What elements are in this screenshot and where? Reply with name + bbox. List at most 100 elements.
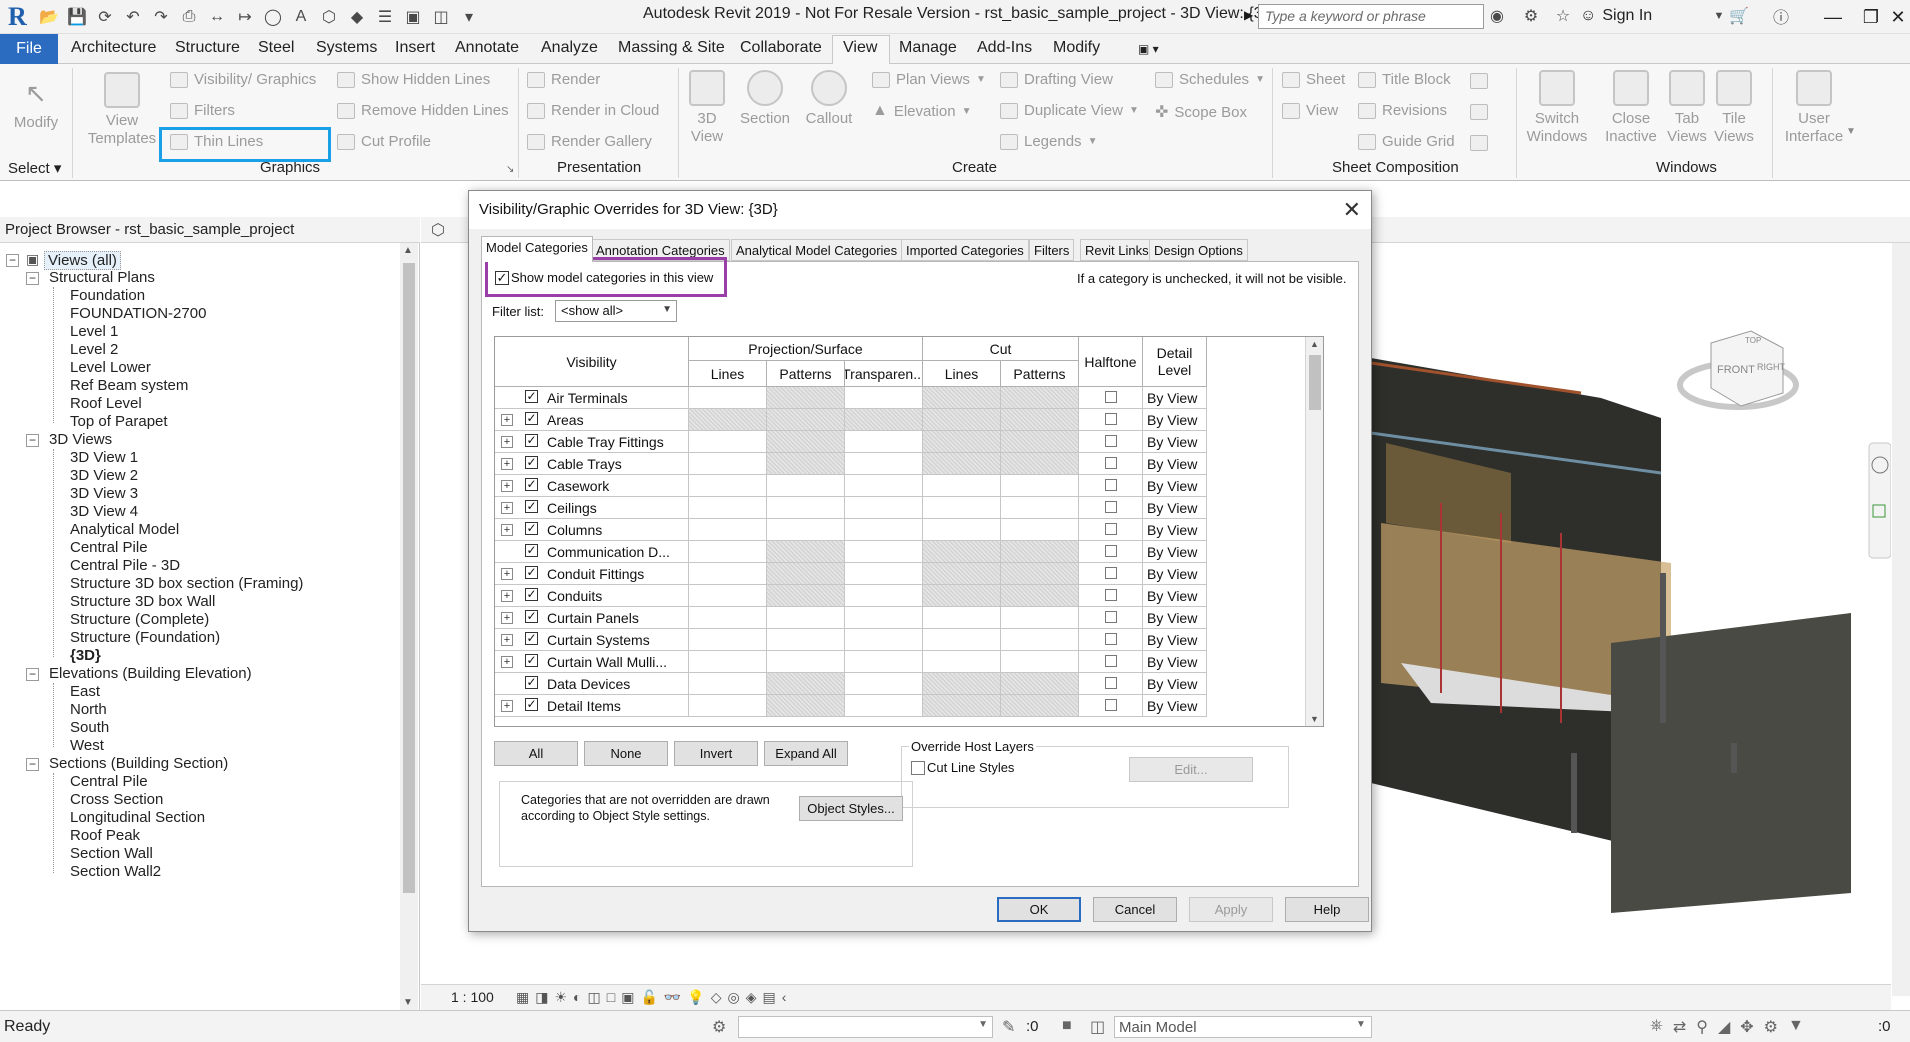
- override-cell[interactable]: [845, 673, 923, 695]
- tree-root-views[interactable]: Views (all): [44, 251, 121, 270]
- render-dialog-icon[interactable]: ◫: [588, 989, 601, 1006]
- tree-item[interactable]: FOUNDATION-2700: [70, 305, 206, 322]
- override-cell[interactable]: [689, 541, 767, 563]
- tab-annotate[interactable]: Annotate: [455, 39, 519, 57]
- expand-icon[interactable]: +: [501, 414, 513, 426]
- grid-scrollbar[interactable]: ▲ ▼: [1305, 337, 1323, 726]
- project-browser-scroll-thumb[interactable]: [403, 263, 415, 893]
- render-cloud-button[interactable]: Render in Cloud: [527, 102, 659, 119]
- tree-item[interactable]: Structure (Complete): [70, 611, 209, 628]
- detail-level-value[interactable]: By View: [1147, 522, 1197, 538]
- favorites-star-icon[interactable]: ☆: [1552, 6, 1574, 26]
- grid-row[interactable]: + ✓ Cable Tray Fittings By View: [495, 431, 1207, 453]
- section-icon[interactable]: ◆: [346, 7, 368, 27]
- print-icon[interactable]: ⎙: [178, 7, 200, 27]
- scroll-up-icon[interactable]: ▲: [1310, 339, 1319, 349]
- override-cell[interactable]: [923, 497, 1001, 519]
- override-cell[interactable]: [767, 409, 845, 431]
- halftone-checkbox[interactable]: [1105, 523, 1117, 535]
- design-options-icon[interactable]: ■: [1062, 1017, 1072, 1035]
- tab-analytical-model-categories[interactable]: Analytical Model Categories: [731, 239, 903, 261]
- override-cell[interactable]: [689, 497, 767, 519]
- override-cell[interactable]: [1001, 409, 1079, 431]
- sun-path-icon[interactable]: ☀: [554, 989, 567, 1006]
- redo-icon[interactable]: ↷: [150, 7, 172, 27]
- search-input[interactable]: Type a keyword or phrase: [1258, 4, 1484, 29]
- tree-item[interactable]: Roof Level: [70, 395, 142, 412]
- apply-button[interactable]: Apply: [1189, 897, 1273, 922]
- chevron-down-icon[interactable]: ▼: [1356, 1019, 1366, 1030]
- switch-windows-button[interactable]: Switch Windows: [1526, 70, 1588, 146]
- detail-level-value[interactable]: By View: [1147, 500, 1197, 516]
- tab-view[interactable]: View: [843, 39, 877, 57]
- detail-level-icon[interactable]: ▦: [516, 989, 529, 1006]
- category-checkbox[interactable]: ✓: [525, 500, 538, 513]
- override-cell[interactable]: [1001, 563, 1079, 585]
- scroll-left-icon[interactable]: ‹: [782, 989, 787, 1006]
- modify-button[interactable]: ↖ Modify: [12, 78, 60, 132]
- expand-icon[interactable]: +: [501, 634, 513, 646]
- tree-item[interactable]: Section Wall2: [70, 863, 161, 880]
- tab-add-ins[interactable]: Add-Ins: [977, 39, 1032, 57]
- tree-item[interactable]: Structure 3D box Wall: [70, 593, 215, 610]
- override-cell[interactable]: [845, 695, 923, 717]
- drag-elements-icon[interactable]: ✥: [1740, 1017, 1753, 1037]
- schedules-button[interactable]: Schedules ▼: [1155, 71, 1265, 88]
- invert-button[interactable]: Invert: [674, 741, 758, 766]
- halftone-checkbox[interactable]: [1105, 435, 1117, 447]
- override-cell[interactable]: [1001, 541, 1079, 563]
- tree-item[interactable]: South: [70, 719, 109, 736]
- override-cell[interactable]: [923, 453, 1001, 475]
- category-checkbox[interactable]: ✓: [525, 698, 538, 711]
- open-icon[interactable]: 📂: [38, 7, 60, 27]
- tree-item[interactable]: Level 2: [70, 341, 118, 358]
- override-cell[interactable]: [1001, 475, 1079, 497]
- override-cell[interactable]: [767, 519, 845, 541]
- override-cell[interactable]: [923, 409, 1001, 431]
- override-cell[interactable]: [845, 541, 923, 563]
- tag-icon[interactable]: ◯: [262, 7, 284, 27]
- category-checkbox[interactable]: ✓: [525, 522, 538, 535]
- reveal-constraints-icon[interactable]: ▤: [763, 989, 776, 1006]
- override-cell[interactable]: [767, 453, 845, 475]
- category-checkbox[interactable]: ✓: [525, 566, 538, 579]
- drafting-view-button[interactable]: Drafting View: [1000, 71, 1113, 88]
- tree-item[interactable]: Ref Beam system: [70, 377, 188, 394]
- tree-item[interactable]: Top of Parapet: [70, 413, 168, 430]
- expand-all-button[interactable]: Expand All: [764, 741, 848, 766]
- select-by-face-icon[interactable]: ◢: [1718, 1017, 1730, 1037]
- override-cell[interactable]: [1001, 695, 1079, 717]
- category-checkbox[interactable]: ✓: [525, 412, 538, 425]
- default-3d-icon[interactable]: ⬡: [318, 7, 340, 27]
- category-checkbox[interactable]: ✓: [525, 588, 538, 601]
- override-cell[interactable]: [845, 453, 923, 475]
- tree-item[interactable]: Roof Peak: [70, 827, 140, 844]
- revit-logo-icon[interactable]: R: [8, 2, 30, 32]
- detail-level-value[interactable]: By View: [1147, 456, 1197, 472]
- tree-item[interactable]: Structure 3D box section (Framing): [70, 575, 303, 592]
- tree-item[interactable]: 3D View 2: [70, 467, 138, 484]
- tab-collaborate[interactable]: Collaborate: [740, 39, 822, 57]
- detail-level-value[interactable]: By View: [1147, 588, 1197, 604]
- override-cell[interactable]: [689, 475, 767, 497]
- override-cell[interactable]: [767, 475, 845, 497]
- tree-collapse-icon[interactable]: −: [26, 758, 39, 771]
- filter-icon[interactable]: ▼: [1788, 1017, 1804, 1037]
- grid-row[interactable]: ✓ Air Terminals By View: [495, 387, 1207, 409]
- tab-systems[interactable]: Systems: [316, 39, 377, 57]
- detail-level-value[interactable]: By View: [1147, 478, 1197, 494]
- override-cell[interactable]: [845, 629, 923, 651]
- user-interface-button[interactable]: User Interface: [1780, 70, 1848, 146]
- override-cell[interactable]: [689, 651, 767, 673]
- override-cell[interactable]: [767, 497, 845, 519]
- tree-group[interactable]: Elevations (Building Elevation): [49, 665, 252, 682]
- tree-item[interactable]: Section Wall: [70, 845, 153, 862]
- expand-icon[interactable]: +: [501, 436, 513, 448]
- override-cell[interactable]: [1001, 629, 1079, 651]
- category-checkbox[interactable]: ✓: [525, 434, 538, 447]
- dimension-icon[interactable]: ↦: [234, 7, 256, 27]
- override-cell[interactable]: [845, 431, 923, 453]
- dialog-launcher-icon[interactable]: ↘: [506, 164, 514, 175]
- view-reference-icon[interactable]: [1470, 104, 1488, 120]
- grid-row[interactable]: ✓ Data Devices By View: [495, 673, 1207, 695]
